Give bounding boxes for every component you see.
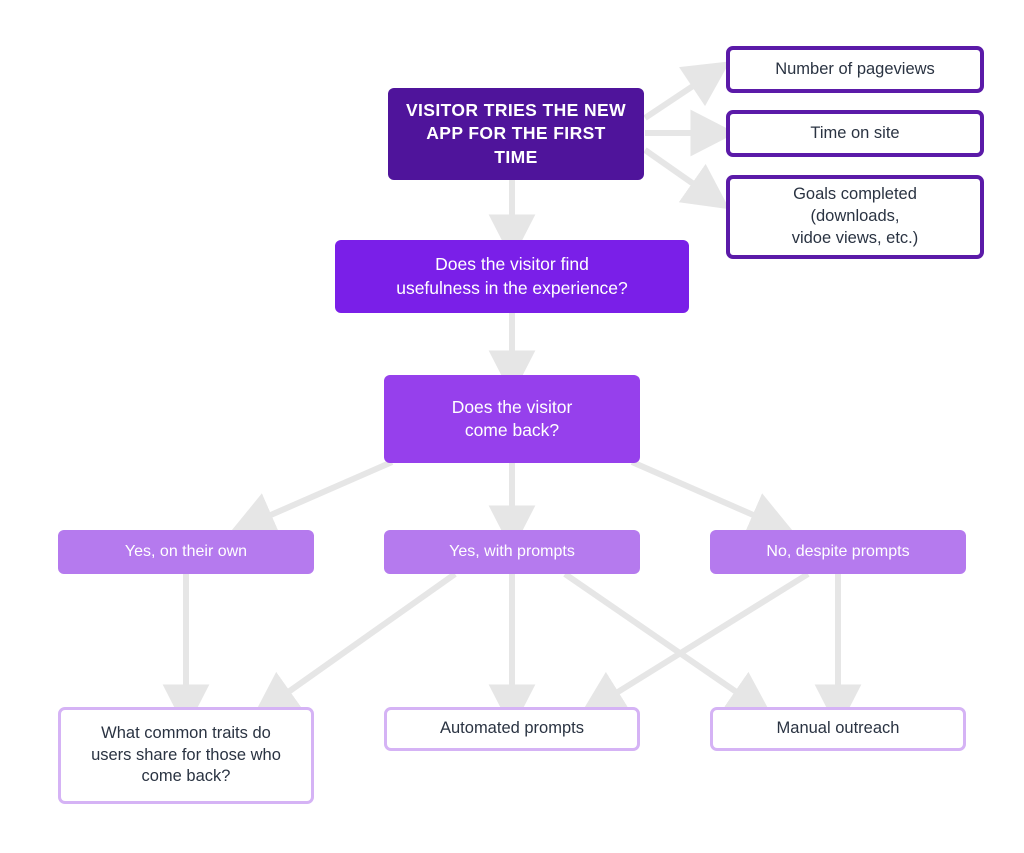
flowchart-canvas: Visitor tries the new app for the first … [0, 0, 1024, 853]
node-outcome-yes-with-prompts[interactable]: Yes, with prompts [384, 530, 640, 574]
node-outcome-no-despite-prompts[interactable]: No, despite prompts [710, 530, 966, 574]
edge-comeback-to-no-prompts [630, 459, 795, 537]
edge-root-to-goals [643, 147, 730, 210]
edge-comeback-to-yes-own [229, 459, 394, 537]
edge-no-prompts-to-automated [579, 571, 810, 716]
node-decision-usefulness[interactable]: Does the visitor find usefulness in the … [335, 240, 689, 313]
node-metric-pageviews[interactable]: Number of pageviews [726, 46, 984, 93]
node-metric-time-on-site[interactable]: Time on site [726, 110, 984, 157]
node-action-common-traits[interactable]: What common traits do users share for th… [58, 707, 314, 804]
node-visitor-tries-new-app[interactable]: Visitor tries the new app for the first … [388, 88, 644, 180]
edge-root-to-pageviews [643, 61, 730, 121]
node-metric-goals-completed[interactable]: Goals completed (downloads, vidoe views,… [726, 175, 984, 259]
node-action-automated-prompts[interactable]: Automated prompts [384, 707, 640, 751]
node-outcome-yes-on-their-own[interactable]: Yes, on their own [58, 530, 314, 574]
node-action-manual-outreach[interactable]: Manual outreach [710, 707, 966, 751]
node-decision-come-back[interactable]: Does the visitor come back? [384, 375, 640, 463]
edge-yes-prompts-to-manual [563, 571, 773, 718]
edge-yes-prompts-to-common-traits [252, 571, 457, 718]
